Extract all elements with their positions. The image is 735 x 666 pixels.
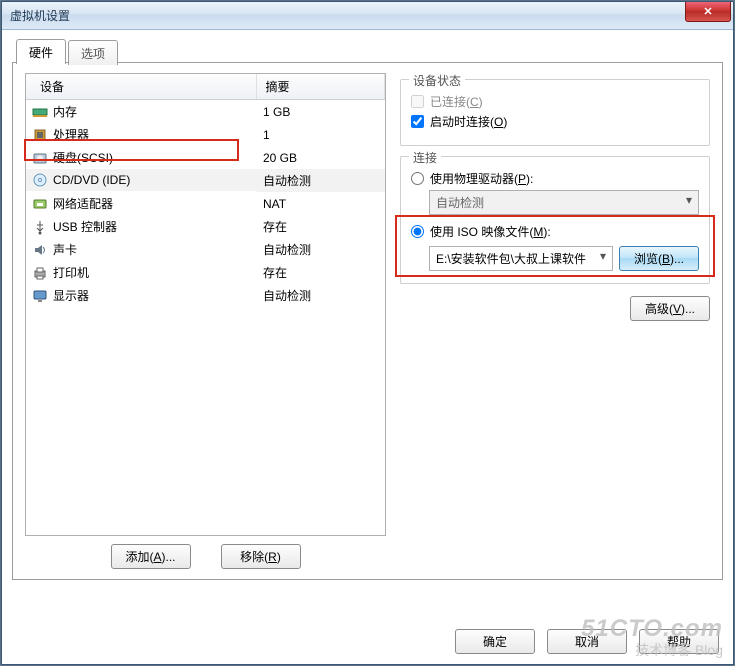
sound-icon: [32, 242, 48, 258]
poweron-checkbox-input[interactable]: [411, 115, 424, 128]
disk-icon: [32, 150, 48, 166]
device-row-usb[interactable]: USB 控制器 存在: [26, 215, 385, 238]
advanced-row: 高级(V)...: [400, 296, 710, 321]
window-title: 虚拟机设置: [10, 7, 70, 24]
help-button[interactable]: 帮助: [639, 629, 719, 654]
device-row-memory[interactable]: 内存 1 GB: [26, 100, 385, 124]
client-area: 硬件 选项 设备 摘要 内存: [2, 30, 733, 664]
remove-button[interactable]: 移除(R): [221, 544, 301, 569]
right-pane: 设备状态 已连接(C) 启动时连接(O) 连接 使用物理驱动器(P):: [400, 73, 710, 569]
add-button[interactable]: 添加(A)...: [111, 544, 191, 569]
use-physical-radio-input[interactable]: [411, 172, 424, 185]
printer-icon: [32, 265, 48, 281]
connection-legend: 连接: [409, 149, 441, 166]
device-buttons: 添加(A)... 移除(R): [25, 544, 386, 569]
device-status-group: 设备状态 已连接(C) 启动时连接(O): [400, 79, 710, 146]
cd-icon: [32, 172, 48, 188]
close-icon: ✕: [703, 5, 712, 18]
usb-icon: [32, 219, 48, 235]
device-row-sound[interactable]: 声卡 自动检测: [26, 238, 385, 261]
tab-options[interactable]: 选项: [68, 40, 118, 65]
titlebar[interactable]: 虚拟机设置 ✕: [2, 2, 733, 30]
advanced-button[interactable]: 高级(V)...: [630, 296, 710, 321]
use-physical-radio[interactable]: 使用物理驱动器(P):: [411, 170, 699, 187]
connected-checkbox[interactable]: 已连接(C): [411, 93, 699, 110]
device-row-nic[interactable]: 网络适配器 NAT: [26, 192, 385, 215]
use-iso-radio[interactable]: 使用 ISO 映像文件(M):: [411, 223, 699, 240]
memory-icon: [32, 104, 48, 120]
device-row-cd[interactable]: CD/DVD (IDE) 自动检测: [26, 169, 385, 192]
iso-path-combo[interactable]: E:\安装软件包\大叔上课软件: [429, 246, 613, 271]
physical-drive-combo[interactable]: 自动检测: [429, 190, 699, 215]
ok-button[interactable]: 确定: [455, 629, 535, 654]
device-row-printer[interactable]: 打印机 存在: [26, 261, 385, 284]
use-iso-radio-input[interactable]: [411, 225, 424, 238]
dialog-buttons: 确定 取消 帮助: [2, 629, 733, 654]
tabbar: 硬件 选项: [12, 38, 723, 63]
nic-icon: [32, 196, 48, 212]
connected-checkbox-input[interactable]: [411, 95, 424, 108]
tab-hardware[interactable]: 硬件: [16, 39, 66, 64]
settings-window: 虚拟机设置 ✕ 硬件 选项 设备 摘要: [1, 1, 734, 665]
device-list[interactable]: 设备 摘要 内存 1 GB 处理器 1: [25, 73, 386, 536]
tab-page: 设备 摘要 内存 1 GB 处理器 1: [12, 62, 723, 580]
close-button[interactable]: ✕: [685, 2, 731, 22]
browse-button[interactable]: 浏览(B)...: [619, 246, 699, 271]
display-icon: [32, 288, 48, 304]
cpu-icon: [32, 127, 48, 143]
device-row-display[interactable]: 显示器 自动检测: [26, 284, 385, 307]
poweron-checkbox[interactable]: 启动时连接(O): [411, 113, 699, 130]
status-legend: 设备状态: [409, 72, 465, 89]
col-device[interactable]: 设备: [26, 74, 257, 100]
left-pane: 设备 摘要 内存 1 GB 处理器 1: [25, 73, 386, 569]
cancel-button[interactable]: 取消: [547, 629, 627, 654]
device-row-cpu[interactable]: 处理器 1: [26, 123, 385, 146]
device-row-disk[interactable]: 硬盘(SCSI) 20 GB: [26, 146, 385, 169]
connection-group: 连接 使用物理驱动器(P): 自动检测 使用 ISO 映像文件(M): E:\安…: [400, 156, 710, 284]
col-summary[interactable]: 摘要: [257, 74, 385, 100]
